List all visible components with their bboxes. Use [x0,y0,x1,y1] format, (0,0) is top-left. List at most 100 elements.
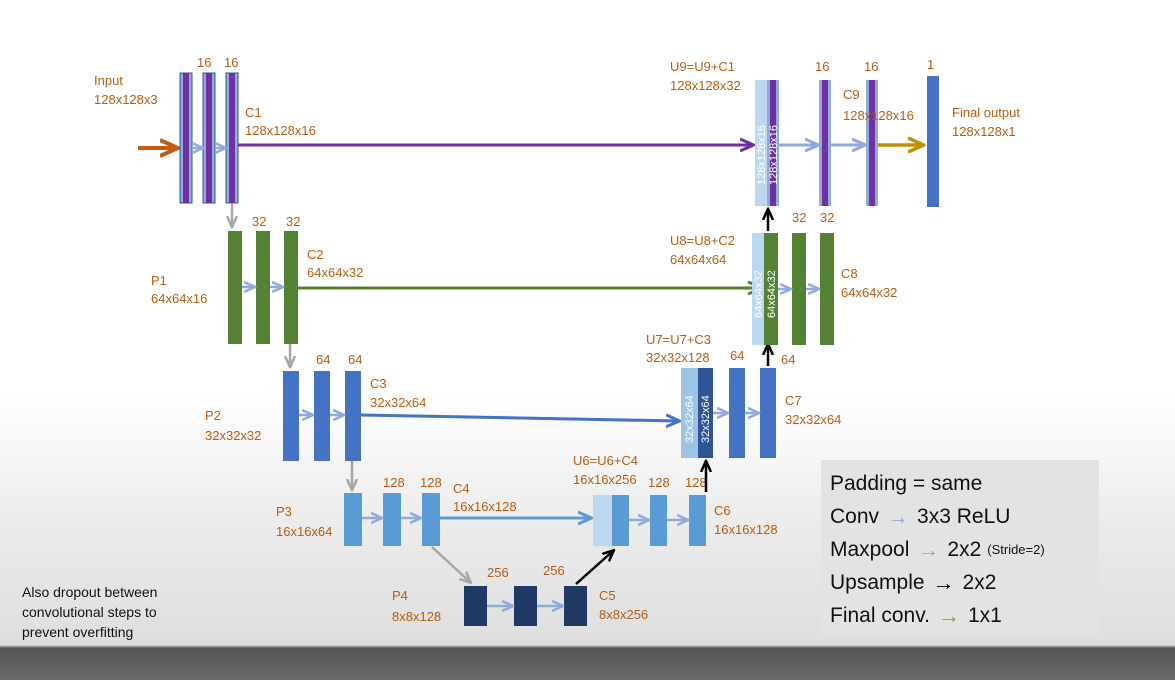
filter-count: 128 [685,475,707,490]
c5-block-2 [564,586,587,626]
c8-label: C8 [841,266,858,281]
note-line: convolutional steps to [22,604,157,620]
filter-count: 16 [815,59,829,74]
filter-count: 128 [648,475,670,490]
c1-shape: 128x128x16 [245,123,316,138]
filter-count: 32 [820,210,834,225]
u6-block-upsampled [593,495,612,546]
filter-count: 32 [792,210,806,225]
legend-final: Final conv. → 1x1 [830,599,1099,632]
c4-block-1 [383,493,401,546]
filter-count: 64 [781,352,795,367]
p2-block [283,371,299,461]
c9-block-2-core [869,80,875,206]
filter-count: 16 [864,59,878,74]
p3-label: P3 [276,504,292,519]
maxpool-arrow-icon: → [917,536,940,562]
filter-count: 16 [224,55,238,70]
c3-block-1 [314,371,330,461]
c4-shape: 16x16x128 [453,499,517,514]
c1-block-1-core [183,73,189,203]
c5-label: C5 [599,588,616,603]
filter-count: 32 [252,214,266,229]
p3-shape: 16x16x64 [276,524,332,539]
legend-maxpool-term: Maxpool [830,537,910,561]
c2-block-2 [284,231,298,344]
legend-conv-value: 3x3 ReLU [917,504,1011,528]
legend-conv-term: Conv [830,504,880,528]
final-output-label: Final output [952,105,1020,120]
c5-shape: 8x8x256 [599,607,648,622]
c3-shape: 32x32x64 [370,395,426,410]
dropout-note: Also dropout between convolutional steps… [22,582,222,642]
c5-block-1 [514,586,537,626]
u6-block-skip [612,495,629,546]
c3-label: C3 [370,376,387,391]
c6-block-1 [650,495,667,546]
u8-upsampled-shape: 64x64x32 [753,270,765,318]
legend-maxpool: Maxpool → 2x2 (Stride=2) [830,533,1099,566]
u8-shape: 64x64x64 [670,252,726,267]
p2-shape: 32x32x32 [205,428,261,443]
c7-block-2 [760,368,776,458]
u6-label: U6=U6+C4 [573,453,638,468]
legend-final-term: Final conv. [830,603,930,627]
filter-count: 256 [487,565,509,580]
u7-label: U7=U7+C3 [646,332,711,347]
c6-shape: 16x16x128 [714,522,778,537]
c8-shape: 64x64x32 [841,285,897,300]
upsample-arrow-icon: → [932,569,955,595]
p4-block [464,586,487,626]
c7-shape: 32x32x64 [785,412,841,427]
u7-upsampled-shape: 32x32x64 [684,395,696,443]
u9-skip-shape: 128x128x16 [768,125,780,185]
c9-label: C9 [843,87,860,102]
c2-block-1 [256,231,270,344]
c4-label: C4 [453,481,470,496]
filter-count: 16 [197,55,211,70]
input-label: Input [94,73,123,88]
legend-maxpool-note: (Stride=2) [987,541,1045,557]
final-output-block [927,76,939,207]
u7-skip-shape: 32x32x64 [700,395,712,443]
u9-upsampled-shape: 128x128x16 [756,125,768,185]
conv-arrow-icon: → [887,503,910,529]
u8-label: U8=U8+C2 [670,233,735,248]
p4-shape: 8x8x128 [392,609,441,624]
c7-block-1 [729,368,745,458]
legend-upsample-value: 2x2 [962,570,997,594]
legend-upsample: Upsample → 2x2 [830,566,1099,599]
c9-shape: 128x128x16 [843,108,914,123]
p1-label: P1 [151,273,167,288]
legend-conv: Conv → 3x3 ReLU [830,500,1099,533]
c2-shape: 64x64x32 [307,265,363,280]
p1-shape: 64x64x16 [151,291,207,306]
pool-arrow-p4 [431,546,470,582]
c1-block-3-core [229,73,235,203]
legend-maxpool-value: 2x2 [947,537,982,561]
skip-connection-c3 [360,415,678,421]
legend-final-value: 1x1 [968,603,1002,627]
u9-shape: 128x128x32 [670,78,741,93]
c3-block-2 [345,371,361,461]
c4-block-2 [422,493,440,546]
c6-block-2 [689,495,706,546]
p1-block [228,231,242,344]
u9-label: U9=U9+C1 [670,59,735,74]
legend-padding-text: Padding = same [830,471,983,495]
filter-count: 64 [348,352,362,367]
legend-upsample-term: Upsample [830,570,925,594]
legend-box: Padding = same Conv → 3x3 ReLU Maxpool →… [821,460,1099,635]
u8-skip-shape: 64x64x32 [766,270,778,318]
filter-count: 128 [420,475,442,490]
c9-block-1-core [822,80,828,206]
input-shape: 128x128x3 [94,92,158,107]
c6-label: C6 [714,503,731,518]
note-line: Also dropout between [22,584,158,600]
c7-label: C7 [785,393,802,408]
filter-count: 32 [286,214,300,229]
u7-shape: 32x32x128 [646,350,710,365]
u6-shape: 16x16x256 [573,472,637,487]
legend-padding: Padding = same [830,467,1099,500]
final-output-shape: 128x128x1 [952,124,1016,139]
